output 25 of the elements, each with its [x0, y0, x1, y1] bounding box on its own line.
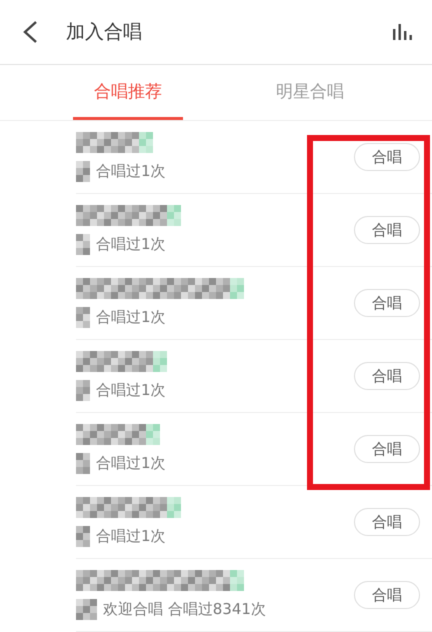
- blurred-avatar-drawing: [76, 307, 90, 328]
- chorus-count: 合唱过1次: [96, 162, 166, 181]
- chorus-button[interactable]: 合唱: [354, 435, 420, 463]
- page-title: 加入合唱: [66, 20, 142, 45]
- blurred-avatar-drawing: [76, 526, 90, 547]
- chorus-button[interactable]: 合唱: [354, 289, 420, 317]
- chorus-button[interactable]: 合唱: [354, 581, 420, 609]
- chorus-count: 合唱过1次: [96, 235, 166, 254]
- chorus-count: 合唱过1次: [96, 308, 166, 327]
- equalizer-icon[interactable]: [392, 24, 414, 40]
- blurred-avatar-drawing: [76, 161, 90, 182]
- chorus-count: 合唱过1次: [96, 381, 166, 400]
- chorus-count: 欢迎合唱 合唱过8341次: [103, 600, 266, 619]
- blurred-avatar-drawing: [76, 380, 90, 401]
- chorus-button[interactable]: 合唱: [354, 143, 420, 171]
- tab[interactable]: 合唱推荐: [73, 65, 183, 120]
- chorus-button[interactable]: 合唱: [354, 216, 420, 244]
- chorus-count: 合唱过1次: [96, 454, 166, 473]
- blurred-avatar-drawing: [76, 599, 97, 620]
- blurred-avatar-drawing: [76, 234, 90, 255]
- blurred-avatar-drawing: [76, 453, 90, 474]
- back-icon[interactable]: [22, 20, 38, 44]
- chorus-button[interactable]: 合唱: [354, 508, 420, 536]
- chorus-button[interactable]: 合唱: [354, 362, 420, 390]
- chorus-count: 合唱过1次: [96, 527, 166, 546]
